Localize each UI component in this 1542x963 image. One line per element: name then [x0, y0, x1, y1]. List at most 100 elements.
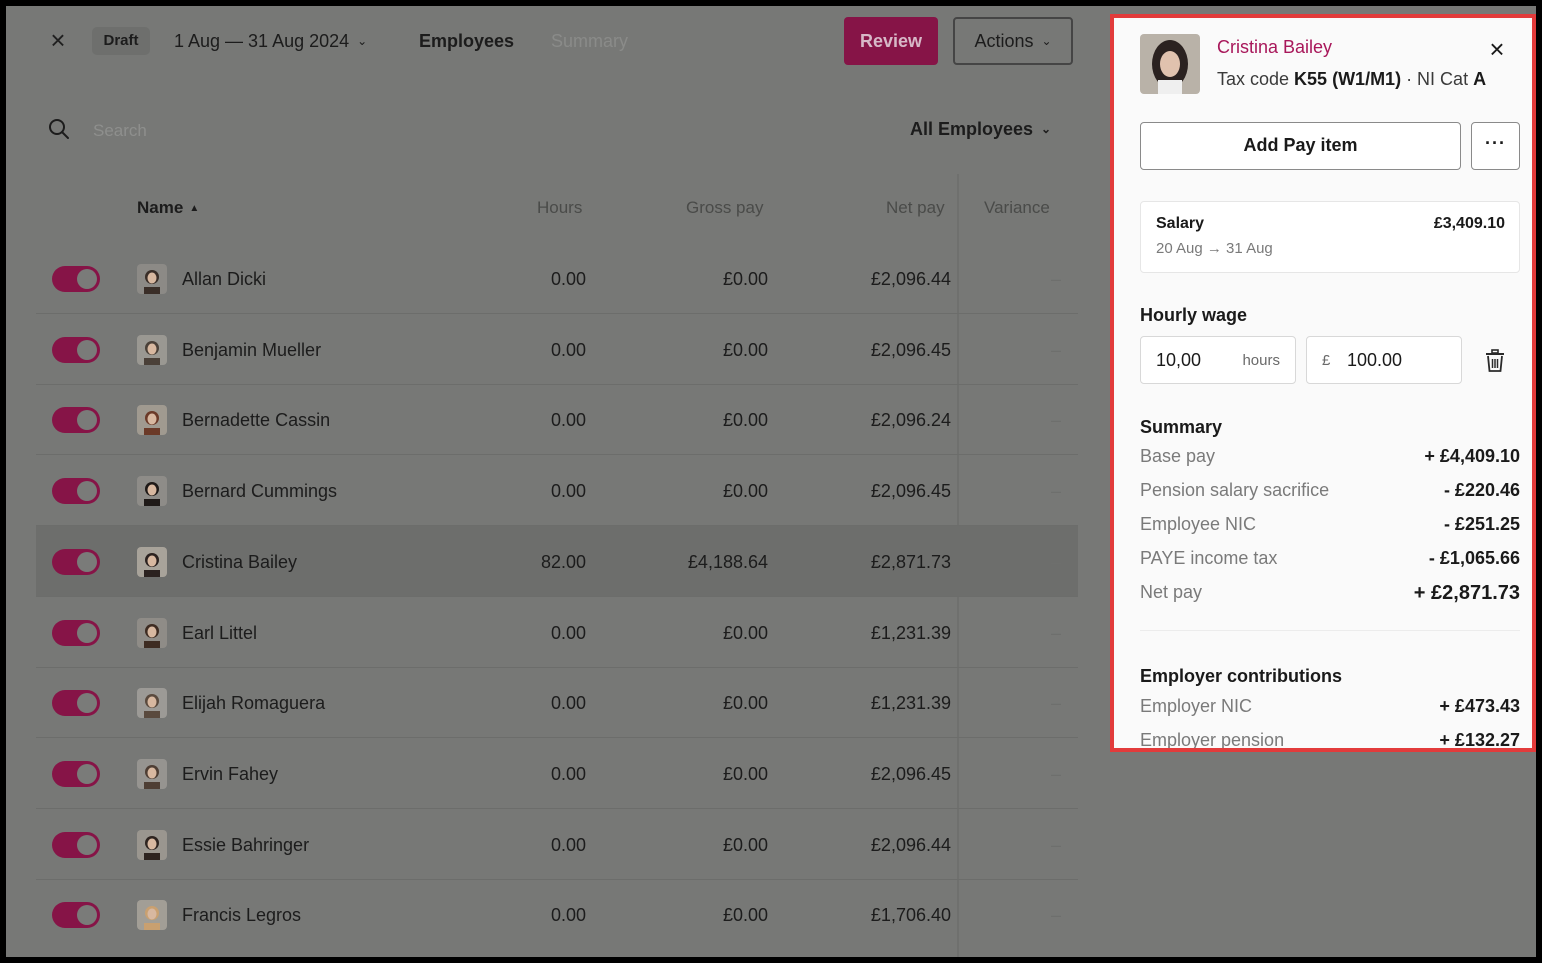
employee-name-link[interactable]: Earl Littel — [182, 622, 257, 644]
tab-summary[interactable]: Summary — [551, 30, 628, 52]
avatar — [137, 405, 167, 436]
variance-cell: – — [1050, 622, 1061, 643]
employee-filter-dropdown[interactable]: All Employees ⌄ — [910, 118, 1051, 142]
gross-pay-cell: £0.00 — [722, 834, 768, 855]
employee-name-link[interactable]: Essie Bahringer — [182, 834, 309, 856]
table-row[interactable]: Francis Legros 0.00 £0.00 £1,706.40 – — [36, 879, 1078, 949]
summary-label: PAYE income tax — [1140, 548, 1278, 568]
add-pay-item-button[interactable]: Add Pay item — [1140, 122, 1461, 170]
hours-cell: 0.00 — [550, 269, 586, 289]
include-toggle[interactable] — [52, 690, 100, 717]
close-icon[interactable]: × — [48, 27, 68, 53]
variance-cell: – — [1050, 339, 1061, 360]
summary-label: Net pay — [1140, 582, 1203, 602]
include-toggle[interactable] — [52, 407, 100, 434]
variance-cell: – — [1050, 481, 1061, 502]
employee-detail-panel: Cristina Bailey Tax code K55 (W1/M1) · N… — [1110, 14, 1536, 752]
column-header-hours: Hours — [537, 198, 583, 217]
net-pay-cell: £1,231.39 — [870, 693, 951, 714]
employee-name-link[interactable]: Bernard Cummings — [182, 480, 337, 502]
hours-suffix: hours — [1242, 352, 1280, 369]
salary-label: Salary — [1156, 215, 1205, 232]
variance-cell: – — [1050, 834, 1061, 855]
employer-contributions-title: Employer contributions — [1140, 666, 1343, 686]
table-row[interactable]: Bernadette Cassin 0.00 £0.00 £2,096.24 – — [36, 384, 1078, 456]
net-pay-cell: £2,096.24 — [870, 410, 951, 431]
trash-icon[interactable] — [1484, 349, 1506, 373]
include-toggle[interactable] — [52, 902, 100, 929]
rate-field: £ — [1306, 336, 1462, 384]
employee-filter-label: All Employees — [910, 119, 1034, 139]
pay-period-label: 1 Aug — 31 Aug 2024 — [174, 31, 350, 51]
search-input[interactable] — [91, 116, 395, 146]
hours-field: hours — [1140, 336, 1296, 384]
contribution-label: Employer NIC — [1140, 696, 1253, 716]
employee-name-link[interactable]: Cristina Bailey — [182, 551, 297, 573]
table-row[interactable]: Essie Bahringer 0.00 £0.00 £2,096.44 – — [36, 809, 1078, 880]
actions-label: Actions — [974, 31, 1034, 51]
divider — [1140, 630, 1520, 631]
summary-value: - £1,065.66 — [1428, 548, 1520, 568]
hours-cell: 0.00 — [550, 481, 586, 502]
summary-row: Base pay + £4,409.10 — [1140, 446, 1520, 470]
employee-name-link[interactable]: Francis Legros — [182, 904, 301, 926]
employee-name-link[interactable]: Elijah Romaguera — [182, 692, 325, 714]
table-row[interactable]: Bernard Cummings 0.00 £0.00 £2,096.45 – — [36, 455, 1078, 527]
include-toggle[interactable] — [52, 548, 100, 575]
summary-value: - £251.25 — [1443, 514, 1520, 534]
employer-contribution-row: Employer NIC + £473.43 — [1140, 696, 1520, 720]
hours-cell: 0.00 — [550, 905, 586, 926]
column-header-net-pay: Net pay — [886, 198, 945, 217]
gross-pay-cell: £0.00 — [722, 269, 768, 289]
rate-input[interactable] — [1347, 337, 1447, 383]
summary-row: Employee NIC - £251.25 — [1140, 514, 1520, 538]
table-row[interactable]: Allan Dicki 0.00 £0.00 £2,096.44 – — [36, 243, 1078, 314]
review-button[interactable]: Review — [844, 17, 938, 65]
include-toggle[interactable] — [52, 760, 100, 787]
gross-pay-cell: £0.00 — [722, 905, 768, 926]
sort-up-icon: ▲ — [189, 203, 200, 214]
avatar — [137, 264, 167, 294]
hours-input[interactable] — [1156, 337, 1226, 383]
net-pay-cell: £2,096.45 — [870, 339, 951, 360]
status-badge: Draft — [92, 27, 150, 55]
variance-cell: – — [1050, 410, 1061, 431]
table-row[interactable]: Cristina Bailey 82.00 £4,188.64 £2,871.73 – — [36, 525, 1078, 597]
include-toggle[interactable] — [52, 478, 100, 505]
avatar — [137, 546, 167, 577]
table-row[interactable]: Benjamin Mueller 0.00 £0.00 £2,096.45 – — [36, 314, 1078, 385]
hours-cell: 0.00 — [550, 622, 586, 643]
summary-label: Employee NIC — [1140, 514, 1257, 534]
hours-cell: 0.00 — [550, 693, 586, 714]
summary-row: PAYE income tax - £1,065.66 — [1140, 548, 1520, 572]
table-row[interactable]: Ervin Fahey 0.00 £0.00 £2,096.45 – — [36, 738, 1078, 809]
include-toggle[interactable] — [52, 266, 100, 292]
tax-prefix: Tax code — [1217, 69, 1295, 89]
include-toggle[interactable] — [52, 336, 100, 363]
include-toggle[interactable] — [52, 619, 100, 646]
table-row[interactable]: Elijah Romaguera 0.00 £0.00 £1,231.39 – — [36, 667, 1078, 739]
avatar — [137, 829, 167, 860]
pay-period-selector[interactable]: 1 Aug — 31 Aug 2024 ⌄ — [174, 30, 367, 54]
tab-employees[interactable]: Employees — [419, 30, 514, 52]
net-pay-cell: £2,096.44 — [870, 834, 951, 855]
gross-pay-cell: £0.00 — [722, 763, 768, 784]
employee-name-link[interactable]: Allan Dicki — [182, 268, 266, 290]
include-toggle[interactable] — [52, 831, 100, 858]
more-options-button[interactable]: ··· — [1471, 122, 1520, 170]
column-header-name[interactable]: Name ▲ — [137, 198, 199, 221]
salary-pay-item[interactable]: Salary £3,409.10 20 Aug → 31 Aug — [1140, 201, 1520, 273]
column-header-gross-pay: Gross pay — [686, 198, 764, 217]
net-pay-cell: £2,096.45 — [870, 481, 951, 502]
hours-cell: 0.00 — [550, 834, 586, 855]
table-row[interactable]: Earl Littel 0.00 £0.00 £1,231.39 – — [36, 597, 1078, 668]
gross-pay-cell: £0.00 — [722, 339, 768, 360]
close-icon[interactable]: × — [1486, 36, 1508, 62]
actions-button[interactable]: Actions ⌄ — [953, 17, 1073, 65]
top-bar: × Draft 1 Aug — 31 Aug 2024 ⌄ Employees S… — [6, 6, 1103, 78]
employee-name-link[interactable]: Benjamin Mueller — [182, 339, 321, 361]
employee-name-link[interactable]: Bernadette Cassin — [182, 409, 330, 431]
currency-prefix: £ — [1322, 352, 1331, 369]
variance-cell: – — [1050, 905, 1061, 926]
employee-name-link[interactable]: Ervin Fahey — [182, 763, 278, 785]
